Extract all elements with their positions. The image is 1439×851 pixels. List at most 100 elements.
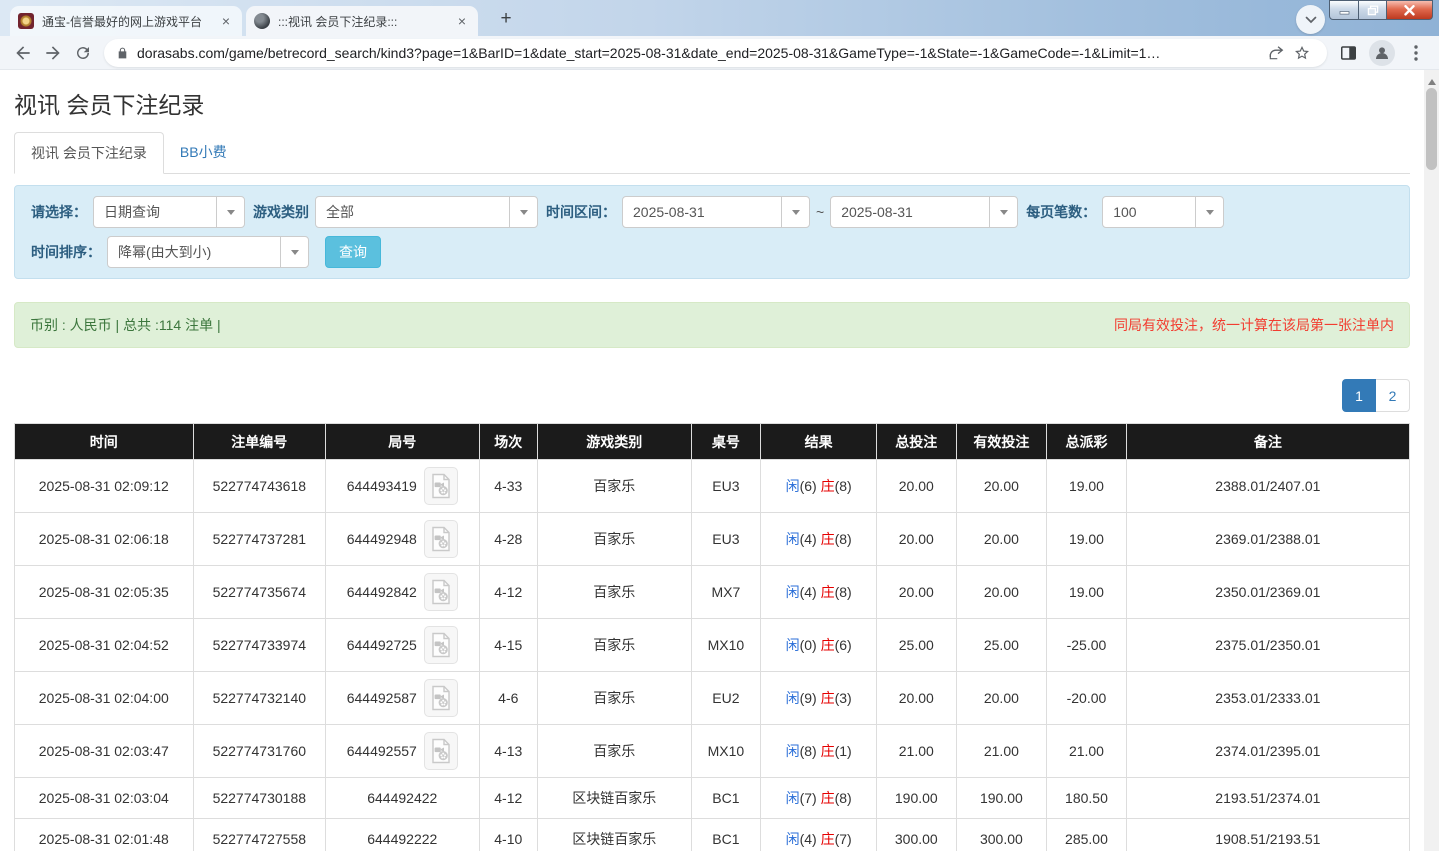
tab-search-button[interactable] <box>1296 5 1325 34</box>
round-number: 644492725 <box>346 637 417 653</box>
site-favicon <box>18 13 34 29</box>
cell-payout: 21.00 <box>1046 724 1127 778</box>
player-result: 闲 <box>785 743 800 759</box>
tab-bb-tip[interactable]: BB小费 <box>164 132 243 174</box>
date-end-select[interactable]: 2025-08-31 <box>830 196 1019 228</box>
cell-table-number: EU3 <box>690 512 762 566</box>
browser-tab-tongbao[interactable]: 通宝-信誉最好的网上游戏平台 × <box>10 6 242 36</box>
cell-remark: 2369.01/2388.01 <box>1125 512 1411 566</box>
side-panel-button[interactable] <box>1333 38 1363 68</box>
table-row: 2025-08-31 02:06:18 522774737281 644492948… <box>14 512 1411 566</box>
cell-bet-number: 522774743618 <box>192 459 327 513</box>
cell-bet-time: 2025-08-31 02:09:12 <box>14 459 194 513</box>
cell-payout: -20.00 <box>1046 671 1127 725</box>
cell-total-bet[interactable]: 300.00 <box>876 818 957 851</box>
video-replay-button[interactable] <box>423 679 458 717</box>
cell-bet-time: 2025-08-31 02:05:35 <box>14 565 194 619</box>
column-header: 局号 <box>325 423 480 460</box>
back-button[interactable] <box>8 38 38 68</box>
cell-valid-bet: 190.00 <box>955 777 1048 819</box>
cell-result: 闲(8) 庄(1) <box>760 724 878 778</box>
query-mode-select[interactable]: 日期查询 <box>93 196 245 228</box>
page-size-select[interactable]: 100 <box>1102 196 1225 228</box>
close-icon[interactable]: × <box>218 14 234 28</box>
bookmark-button[interactable] <box>1289 40 1315 66</box>
chevron-down-icon <box>1305 16 1316 23</box>
share-button[interactable] <box>1263 40 1289 66</box>
reload-button[interactable] <box>68 38 98 68</box>
restore-button[interactable] <box>1359 0 1387 20</box>
video-replay-icon <box>432 473 450 499</box>
date-start-select[interactable]: 2025-08-31 <box>622 196 810 228</box>
browser-menu-button[interactable] <box>1401 38 1431 68</box>
cell-total-bet[interactable]: 20.00 <box>876 671 957 725</box>
game-type-select[interactable]: 全部 <box>315 196 538 228</box>
page-content: 视讯 会员下注纪录 视讯 会员下注纪录 BB小费 请选择： 日期查询 游戏类别 … <box>0 70 1424 851</box>
cell-session: 4-15 <box>478 618 539 672</box>
tab-strip: 通宝-信誉最好的网上游戏平台 × :::视讯 会员下注纪录::: × + <box>0 0 1439 36</box>
cell-total-bet[interactable]: 21.00 <box>876 724 957 778</box>
cell-bet-number: 522774735674 <box>192 565 327 619</box>
filter-row-1: 请选择： 日期查询 游戏类别 全部 时间区间： 2025-08-31 ~ 202… <box>23 196 1401 228</box>
video-replay-button[interactable] <box>423 573 458 611</box>
lock-icon <box>118 47 127 58</box>
cell-valid-bet: 20.00 <box>955 565 1048 619</box>
page-scrollbar[interactable] <box>1424 70 1439 851</box>
filter-row-2: 时间排序： 降幂(由大到小) 查询 <box>23 236 1401 268</box>
select-mode-label: 请选择： <box>31 204 87 220</box>
sort-select[interactable]: 降幂(由大到小) <box>107 236 309 268</box>
table-row: 2025-08-31 02:04:00 522774732140 644492587… <box>14 671 1411 725</box>
select-caret-icon <box>1195 197 1223 227</box>
player-value: (4) <box>799 584 821 600</box>
column-header: 游戏类别 <box>537 423 692 460</box>
forward-button[interactable] <box>38 38 68 68</box>
cell-result: 闲(4) 庄(8) <box>760 512 878 566</box>
cell-game-type: 百家乐 <box>537 459 692 513</box>
video-replay-button[interactable] <box>423 467 458 505</box>
select-caret-icon <box>781 197 809 227</box>
address-bar[interactable]: dorasabs.com/game/betrecord_search/kind3… <box>104 38 1327 67</box>
cell-table-number: BC1 <box>690 777 762 819</box>
video-replay-button[interactable] <box>423 626 458 664</box>
page-button-1[interactable]: 1 <box>1342 379 1376 412</box>
reload-icon <box>77 46 90 59</box>
cell-valid-bet: 25.00 <box>955 618 1048 672</box>
close-icon[interactable]: × <box>454 14 470 28</box>
banker-value: (3) <box>834 690 852 706</box>
player-result: 闲 <box>785 478 800 494</box>
cell-session: 4-10 <box>478 818 539 851</box>
cell-result: 闲(6) 庄(8) <box>760 459 878 513</box>
cell-game-type: 百家乐 <box>537 512 692 566</box>
tab-betrecord[interactable]: 视讯 会员下注纪录 <box>14 132 164 174</box>
column-header: 桌号 <box>690 423 762 460</box>
profile-button[interactable] <box>1369 39 1395 66</box>
minimize-button[interactable] <box>1329 0 1359 20</box>
video-replay-button[interactable] <box>423 520 458 558</box>
cell-total-bet[interactable]: 20.00 <box>876 512 957 566</box>
browser-tab-betrecord[interactable]: :::视讯 会员下注纪录::: × <box>246 6 478 36</box>
page-button-2[interactable]: 2 <box>1376 379 1410 412</box>
cell-total-bet[interactable]: 190.00 <box>876 777 957 819</box>
cell-remark: 2374.01/2395.01 <box>1125 724 1411 778</box>
cell-result: 闲(4) 庄(8) <box>760 565 878 619</box>
cell-remark: 2193.51/2374.01 <box>1125 777 1411 819</box>
star-icon <box>1295 45 1309 59</box>
cell-total-bet[interactable]: 20.00 <box>876 459 957 513</box>
date-range-label: 时间区间： <box>546 204 616 220</box>
scroll-up-icon[interactable] <box>1427 75 1436 85</box>
cell-bet-number: 522774733974 <box>192 618 327 672</box>
close-window-button[interactable] <box>1387 0 1433 20</box>
search-button[interactable]: 查询 <box>325 236 381 268</box>
cell-total-bet[interactable]: 25.00 <box>876 618 957 672</box>
select-caret-icon <box>216 197 244 227</box>
new-tab-button[interactable]: + <box>492 5 520 33</box>
cell-total-bet[interactable]: 20.00 <box>876 565 957 619</box>
video-replay-button[interactable] <box>423 732 458 770</box>
scrollbar-thumb[interactable] <box>1426 88 1437 170</box>
pagination: 12 <box>14 379 1410 412</box>
player-result: 闲 <box>785 584 800 600</box>
valid-bet-notice: 同局有效投注，统一计算在该局第一张注单内 <box>1114 317 1394 333</box>
cell-table-number: BC1 <box>690 818 762 851</box>
banker-result: 庄 <box>820 531 835 547</box>
banker-value: (6) <box>834 637 852 653</box>
